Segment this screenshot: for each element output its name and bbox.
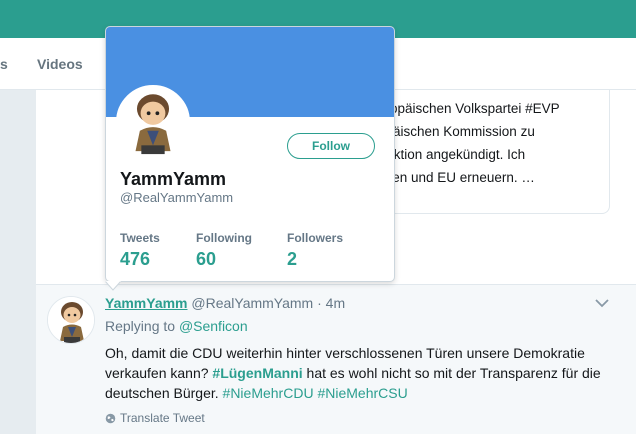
chevron-down-icon[interactable] (594, 296, 610, 310)
quoted-line: chen und EU erneuern. … (378, 170, 535, 185)
profile-hover-card: Follow YammYamm @RealYammYamm Tweets 476… (105, 26, 395, 282)
quoted-line: opäischen Kommission zu (378, 124, 535, 139)
hover-card-caret (105, 281, 121, 291)
hashtag-link[interactable]: #LügenManni (212, 365, 302, 381)
doctor-who-figure-avatar (48, 297, 94, 343)
tweet-author-name[interactable]: YammYamm (105, 295, 188, 311)
stat-tweets[interactable]: Tweets 476 (120, 231, 160, 270)
tweet-dot-separator: · (317, 295, 322, 311)
tweet-header: YammYamm @RealYammYamm · 4m (105, 295, 345, 311)
quoted-line: uropäischen Volkspartei #EVP (378, 101, 560, 116)
hashtag-link[interactable]: #NieMehrCDU (223, 385, 314, 401)
stat-value: 476 (120, 249, 151, 269)
stat-label: Tweets (120, 231, 160, 245)
tweet-author-handle[interactable]: @RealYammYamm (191, 295, 313, 311)
tweet-avatar[interactable] (47, 296, 95, 344)
stat-value: 60 (196, 249, 217, 269)
nav-tab-videos[interactable]: Videos (37, 56, 83, 72)
stat-value: 2 (287, 249, 298, 269)
hashtag-link[interactable]: #NieMehrCSU (317, 385, 407, 401)
profile-card-avatar[interactable] (116, 85, 190, 159)
quoted-line: fraktion angekündigt. Ich (378, 147, 526, 162)
nav-tab-partial[interactable]: s (0, 56, 8, 72)
stat-label: Following (196, 231, 252, 245)
translate-tweet-link[interactable]: Translate Tweet (105, 411, 205, 425)
doctor-who-figure-avatar (118, 87, 188, 157)
stat-label: Followers (287, 231, 344, 245)
follow-button[interactable]: Follow (287, 133, 375, 159)
replying-to-handle[interactable]: @Senficon (179, 318, 248, 334)
profile-card-handle[interactable]: @RealYammYamm (120, 190, 233, 205)
globe-icon (105, 413, 116, 424)
replying-to-label: Replying to (105, 318, 176, 334)
tweet-timestamp[interactable]: 4m (326, 295, 345, 311)
stat-followers[interactable]: Followers 2 (287, 231, 343, 270)
replying-to: Replying to @Senficon (105, 318, 248, 334)
translate-tweet-label: Translate Tweet (120, 411, 205, 425)
profile-card-name[interactable]: YammYamm (120, 169, 226, 190)
tweet-text: Oh, damit die CDU weiterhin hinter versc… (105, 343, 615, 403)
quoted-tweet-text: uropäischen Volkspartei #EVP opäischen K… (378, 97, 608, 189)
stat-following[interactable]: Following 60 (196, 231, 252, 270)
